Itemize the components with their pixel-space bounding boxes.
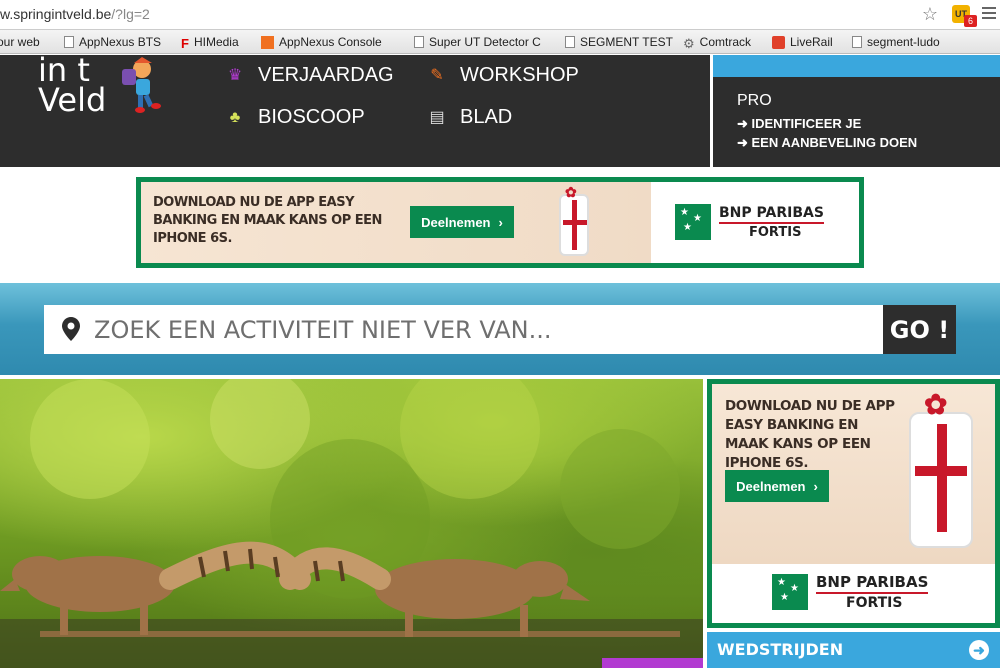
bookmark-label: segment-ludo (867, 35, 940, 49)
banner-ad-left: DOWNLOAD NU DE APP EASY BANKING EN MAAK … (141, 182, 651, 263)
cake-icon: ♛ (227, 66, 243, 84)
bookmark-star-icon[interactable]: ☆ (920, 4, 940, 24)
bow-icon: ✿ (565, 184, 577, 200)
pro-panel: PRO ➜ IDENTIFICEER JE ➜ EEN AANBEVELING … (710, 55, 1000, 167)
banner-ad[interactable]: DOWNLOAD NU DE APP EASY BANKING EN MAAK … (136, 177, 864, 268)
page-icon (852, 36, 862, 48)
bookmark-label: our web (0, 35, 40, 49)
cta-label: Deelnemen (736, 478, 806, 494)
pro-title: PRO (737, 92, 772, 109)
wedstrijden-bar[interactable]: WEDSTRIJDEN ➜ (707, 632, 1000, 668)
side-ad-text: DOWNLOAD NU DE APP EASY BANKING EN MAAK … (725, 398, 895, 471)
search-box[interactable] (44, 305, 884, 354)
bookmark-item[interactable]: AppNexus Console (261, 35, 382, 49)
bookmark-item[interactable]: SEGMENT TEST (565, 35, 673, 49)
coati-photo (0, 379, 703, 668)
appnexus-icon (261, 35, 274, 49)
bookmark-label: AppNexus Console (279, 35, 382, 49)
cta-label: Deelnemen (421, 214, 491, 230)
browser-menu-icon[interactable] (982, 7, 996, 21)
logo-line: Veld (38, 81, 107, 119)
location-pin-icon (62, 317, 80, 341)
brand-line2: FORTIS (846, 594, 903, 611)
bookmark-label: AppNexus BTS (79, 35, 162, 49)
bookmark-label: Comtrack (699, 35, 751, 49)
bnp-stars-icon: ★ ★ ★ (772, 574, 808, 610)
chevron-right-icon: › (813, 478, 818, 494)
nav-blad[interactable]: ▤ BLAD (428, 106, 512, 129)
brush-icon: ✎ (430, 66, 444, 84)
side-ad-brand: ★ ★ ★ BNP PARIBAS FORTIS (712, 564, 995, 623)
popcorn-icon: ♣ (229, 108, 241, 126)
pro-link-identify[interactable]: ➜ IDENTIFICEER JE (737, 116, 861, 132)
bookmark-item[interactable]: F HIMedia (181, 35, 239, 51)
bookmark-item[interactable]: our web (0, 35, 40, 49)
chevron-right-icon: › (498, 214, 503, 230)
bookmark-item[interactable]: segment-ludo (852, 35, 940, 49)
browser-url-bar[interactable]: w.springintveld.be/?lg=2 ☆ UT 6 (0, 0, 1000, 30)
hero-image[interactable] (0, 379, 703, 668)
nav-verjaardag[interactable]: ♛ VERJAARDAG (226, 64, 394, 87)
gear-icon: ⚙ (683, 35, 695, 51)
banner-cta-button[interactable]: Deelnemen › (410, 206, 514, 238)
brand-line1: BNP PARIBAS (719, 204, 824, 221)
bnp-logo: ★ ★ ★ BNP PARIBAS FORTIS (772, 572, 929, 611)
bookmark-item[interactable]: LiveRail (772, 35, 833, 49)
brand-line1: BNP PARIBAS (816, 572, 929, 591)
page-icon (64, 36, 74, 48)
bookmark-label: HIMedia (193, 35, 239, 49)
banner-ad-text: DOWNLOAD NU DE APP EASY BANKING EN MAAK … (153, 195, 382, 246)
phone-gift-image (559, 194, 589, 256)
wedstrijden-label: WEDSTRIJDEN (717, 640, 844, 659)
brand-line2: FORTIS (749, 224, 802, 240)
go-button[interactable]: GO ! (883, 305, 956, 354)
site-logo[interactable]: in t Veld (38, 54, 107, 119)
bow-icon: ✿ (924, 389, 948, 420)
hero-category-badge (602, 658, 703, 668)
pro-link-recommend[interactable]: ➜ EEN AANBEVELING DOEN (737, 135, 917, 151)
url-path: /?lg=2 (111, 6, 150, 22)
url-text[interactable]: w.springintveld.be/?lg=2 (0, 6, 150, 22)
nav-bioscoop[interactable]: ♣ BIOSCOOP (226, 106, 365, 129)
side-cta-button[interactable]: Deelnemen › (725, 470, 829, 502)
arrow-right-icon[interactable]: ➜ (969, 640, 989, 660)
bookmark-label: SEGMENT TEST (580, 35, 673, 49)
himedia-icon: F (181, 35, 189, 51)
liverail-icon (772, 35, 785, 49)
page-icon (414, 36, 424, 48)
search-band: GO ! (0, 283, 1000, 375)
page-icon (565, 36, 575, 48)
bookmark-item[interactable]: AppNexus BTS (64, 35, 161, 49)
nav-label: BLAD (460, 106, 513, 128)
side-ad-top: DOWNLOAD NU DE APP EASY BANKING EN MAAK … (712, 384, 995, 564)
bnp-stars-icon: ★ ★ ★ (675, 204, 711, 240)
phone-gift-image (909, 412, 973, 548)
book-icon: ▤ (429, 108, 445, 126)
bookmark-label: Super UT Detector C (429, 35, 541, 49)
bnp-logo: ★ ★ ★ BNP PARIBAS FORTIS (675, 204, 824, 240)
nav-label: VERJAARDAG (258, 64, 394, 86)
bookmarks-bar: our web AppNexus BTS F HIMedia AppNexus C… (0, 30, 1000, 54)
extension-badge: 6 (964, 15, 977, 27)
bookmark-item[interactable]: ⚙ Comtrack (683, 35, 751, 51)
bookmark-item[interactable]: Super UT Detector C (414, 35, 541, 49)
nav-label: WORKSHOP (460, 64, 579, 86)
banner-ad-brand: ★ ★ ★ BNP PARIBAS FORTIS (651, 182, 859, 263)
mascot-icon (122, 57, 161, 113)
nav-workshop[interactable]: ✎ WORKSHOP (428, 64, 579, 87)
search-input[interactable] (94, 305, 874, 354)
side-ad[interactable]: DOWNLOAD NU DE APP EASY BANKING EN MAAK … (707, 379, 1000, 628)
pro-top-bar (713, 55, 1000, 77)
url-host: w.springintveld.be (0, 6, 112, 22)
nav-label: BIOSCOOP (258, 106, 365, 128)
bookmark-label: LiveRail (790, 35, 833, 49)
